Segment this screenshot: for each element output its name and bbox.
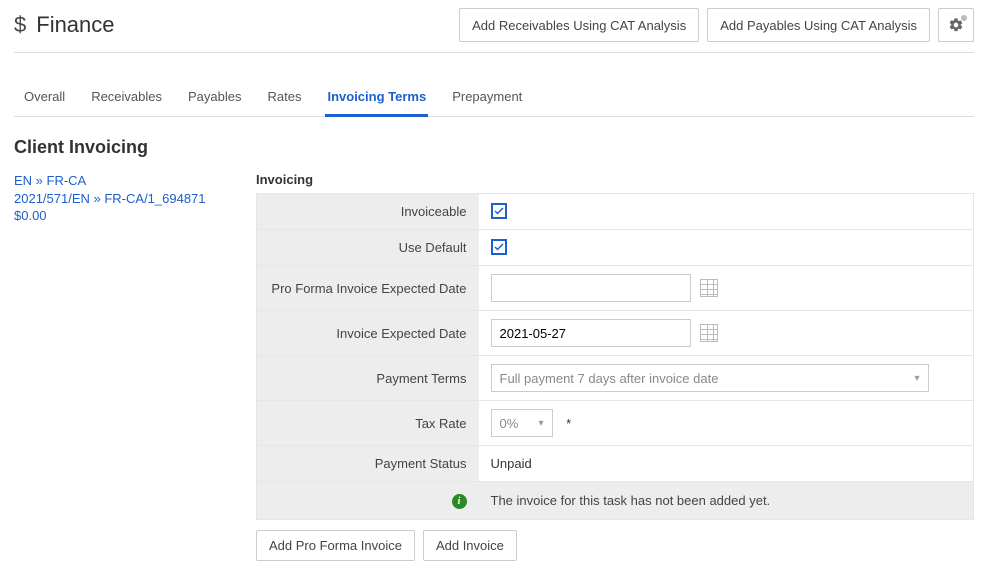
use-default-checkbox[interactable]: [491, 239, 507, 255]
add-pro-forma-invoice-button[interactable]: Add Pro Forma Invoice: [256, 530, 415, 561]
invoiceable-checkbox[interactable]: [491, 203, 507, 219]
sidebar-language-pair-link[interactable]: EN » FR-CA: [14, 172, 244, 190]
tax-rate-value: 0%: [500, 416, 519, 431]
pro-forma-date-input[interactable]: [491, 274, 691, 302]
invoicing-form-table: Invoiceable Use Default: [256, 193, 974, 520]
label-payment-terms: Payment Terms: [257, 356, 479, 401]
chevron-down-icon: ▾: [538, 418, 543, 429]
settings-gear-button[interactable]: [938, 8, 974, 42]
tab-prepayment[interactable]: Prepayment: [450, 81, 524, 117]
payment-status-value: Unpaid: [491, 456, 532, 471]
dollar-icon: $: [14, 12, 26, 38]
label-use-default: Use Default: [257, 230, 479, 266]
tab-rates[interactable]: Rates: [266, 81, 304, 117]
tabs-bar: Overall Receivables Payables Rates Invoi…: [14, 81, 974, 117]
sidebar-task-ref-link[interactable]: 2021/571/EN » FR-CA/1_694871: [14, 190, 244, 208]
chevron-down-icon: ▾: [914, 373, 919, 384]
tab-payables[interactable]: Payables: [186, 81, 243, 117]
calendar-icon[interactable]: [700, 279, 718, 297]
add-receivables-cat-button[interactable]: Add Receivables Using CAT Analysis: [459, 8, 699, 42]
tab-overall[interactable]: Overall: [22, 81, 67, 117]
payment-terms-value: Full payment 7 days after invoice date: [500, 371, 719, 386]
add-invoice-button[interactable]: Add Invoice: [423, 530, 517, 561]
label-tax-rate: Tax Rate: [257, 401, 479, 446]
sidebar-amount: $0.00: [14, 208, 47, 223]
page-title: Finance: [36, 12, 114, 38]
checkmark-icon: [493, 241, 505, 253]
label-payment-status: Payment Status: [257, 446, 479, 482]
sidebar: EN » FR-CA 2021/571/EN » FR-CA/1_694871 …: [14, 172, 256, 223]
info-message: The invoice for this task has not been a…: [491, 493, 771, 508]
tab-invoicing-terms[interactable]: Invoicing Terms: [325, 81, 428, 117]
add-payables-cat-button[interactable]: Add Payables Using CAT Analysis: [707, 8, 930, 42]
info-icon: i: [452, 494, 467, 509]
calendar-icon[interactable]: [700, 324, 718, 342]
tax-rate-select[interactable]: 0% ▾: [491, 409, 553, 437]
section-title: Client Invoicing: [14, 137, 974, 158]
payment-terms-select[interactable]: Full payment 7 days after invoice date ▾: [491, 364, 929, 392]
invoice-date-input[interactable]: [491, 319, 691, 347]
form-heading: Invoicing: [256, 172, 974, 187]
label-invoiceable: Invoiceable: [257, 194, 479, 230]
label-invoice-date: Invoice Expected Date: [257, 311, 479, 356]
label-pro-forma-date: Pro Forma Invoice Expected Date: [257, 266, 479, 311]
notification-dot-icon: [961, 15, 967, 21]
page-header: $ Finance Add Receivables Using CAT Anal…: [14, 8, 974, 53]
tab-receivables[interactable]: Receivables: [89, 81, 164, 117]
checkmark-icon: [493, 205, 505, 217]
required-asterisk: *: [566, 416, 571, 431]
